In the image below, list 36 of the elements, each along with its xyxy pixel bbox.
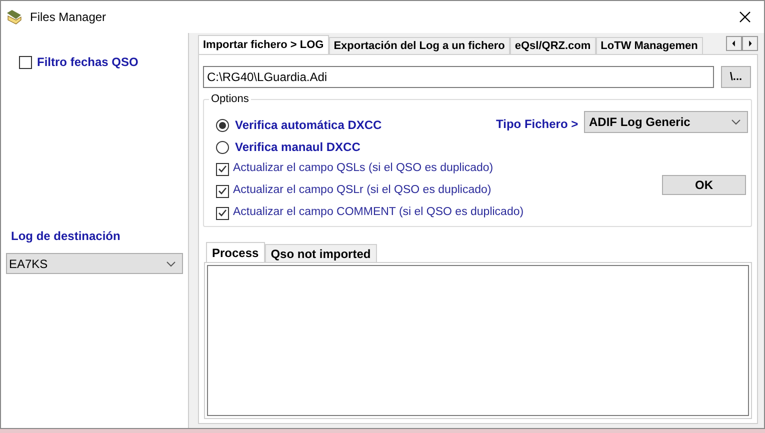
checkmark-icon: [218, 165, 227, 173]
tab[interactable]: Exportación del Log a un fichero: [328, 37, 510, 54]
radio-label: Verifica manaul DXCC: [235, 139, 360, 156]
radio-button[interactable]: [216, 118, 229, 132]
tab[interactable]: eQsl/QRZ.com: [510, 37, 596, 54]
radio-button[interactable]: [216, 140, 229, 154]
checkbox[interactable]: [216, 184, 229, 198]
checkbox[interactable]: [19, 56, 32, 68]
checkmark-icon: [218, 187, 227, 195]
scroll-right-icon[interactable]: [742, 36, 758, 51]
checkbox-label: Actualizar el campo QSLs (si el QSO es duplicado): [233, 161, 494, 176]
options-legend: Options: [209, 92, 251, 106]
log-dropdown[interactable]: EA7KS: [6, 253, 183, 274]
filter-label: Filtro fechas QSO: [37, 54, 138, 71]
scroll-left-icon[interactable]: [726, 36, 742, 51]
tab[interactable]: Qso not imported: [264, 244, 377, 262]
tab[interactable]: Importar fichero > LOG: [198, 35, 329, 54]
radio-label: Verifica automática DXCC: [235, 117, 382, 134]
checkbox-label: Actualizar el campo COMMENT (si el QSO es duplicado): [233, 205, 524, 220]
chevron-down-icon: [166, 260, 176, 266]
checkbox-label: Actualizar el campo QSLr (si el QSO es duplicado): [233, 183, 492, 198]
folder-icon: [6, 9, 22, 25]
file-type-dropdown[interactable]: ADIF Log Generic: [584, 111, 748, 133]
close-icon[interactable]: [739, 11, 751, 23]
checkbox[interactable]: [216, 162, 229, 176]
browse-button[interactable]: \...: [721, 66, 751, 88]
file-type-label: Tipo Fichero >: [496, 116, 578, 133]
tab[interactable]: LoTW Managemen: [596, 37, 703, 54]
ok-button[interactable]: OK: [662, 175, 746, 195]
destination-label: Log de destinación: [11, 228, 122, 245]
tab[interactable]: Process: [206, 242, 265, 262]
checkbox[interactable]: [216, 206, 229, 220]
chevron-down-icon: [731, 119, 741, 125]
checkmark-icon: [218, 209, 227, 217]
path-field[interactable]: C:\RG40\LGuardia.Adi: [203, 66, 714, 88]
window-title: Files Manager: [30, 9, 106, 26]
